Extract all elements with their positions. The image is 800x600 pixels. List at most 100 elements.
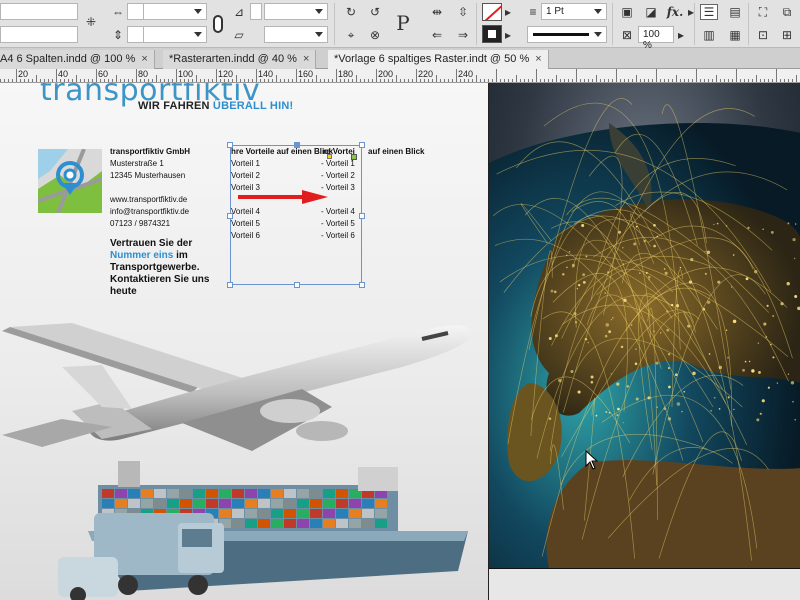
constrain-proportions-icon[interactable]: [213, 15, 223, 33]
ruler-tick: [348, 79, 349, 82]
ruler-tick: [200, 79, 201, 82]
city-light-dot: [608, 411, 611, 414]
flip-vertical-icon[interactable]: ⇳: [454, 4, 472, 20]
horizontal-ruler[interactable]: 20 40 60 80 100 120 140 160 180 200 220 240: [0, 69, 800, 83]
close-icon[interactable]: ×: [535, 53, 541, 65]
ruler-tick: [220, 79, 221, 82]
cargo-container: [206, 499, 218, 508]
cargo-container: [271, 519, 283, 528]
stroke-weight-dropdown[interactable]: 1 Pt: [541, 3, 607, 20]
y-position-field[interactable]: [0, 26, 78, 43]
city-light-dot: [573, 312, 577, 316]
close-icon[interactable]: ×: [303, 53, 309, 65]
ruler-tick: [368, 79, 369, 82]
mouse-cursor-icon: [585, 450, 599, 470]
text-wrap-box-icon[interactable]: ▤: [726, 4, 744, 20]
fx-icon[interactable]: fx.: [666, 4, 684, 20]
fit-content-icon[interactable]: ⧉: [778, 4, 796, 20]
rotate-cw-icon[interactable]: ↻: [342, 4, 360, 20]
effects-icon[interactable]: ▣: [618, 4, 636, 20]
handle-bottom-center[interactable]: [294, 282, 300, 288]
handle-top-right[interactable]: [359, 142, 365, 148]
city-light-dot: [751, 369, 755, 373]
europe-night-earth-image: [489, 83, 800, 568]
stroke-type-dropdown[interactable]: [527, 26, 607, 43]
handle-top-left[interactable]: [227, 142, 233, 148]
text-frame-icon[interactable]: P: [392, 10, 414, 36]
city-light-dot: [776, 382, 779, 384]
fill-swatch-icon[interactable]: [482, 3, 502, 21]
tab-a4-6-spalten[interactable]: A4 6 Spalten.indd @ 100 % ×: [0, 50, 155, 69]
city-light-dot: [718, 408, 721, 410]
city-light-dot: [585, 255, 588, 258]
opacity-field[interactable]: 100 %: [638, 26, 674, 51]
tab-rasterarten[interactable]: *Rasterarten.indd @ 40 % ×: [163, 50, 317, 69]
city-light-dot: [590, 375, 594, 379]
ruler-tick: [356, 75, 357, 82]
rotate-ccw-icon[interactable]: ↺: [366, 4, 384, 20]
ruler-tick: [536, 69, 537, 82]
ruler-tick: [776, 69, 777, 82]
city-light-dot: [681, 410, 683, 413]
align-center-icon[interactable]: ▥: [700, 27, 718, 43]
scale-y-dropdown[interactable]: [143, 26, 207, 43]
ruler-tick: [404, 79, 405, 82]
city-light-dot: [630, 324, 633, 326]
align-bottom-icon[interactable]: ▦: [726, 27, 744, 43]
city-light-dot: [582, 281, 586, 284]
tab-vorlage-6-spaltiges-raster[interactable]: *Vorlage 6 spaltiges Raster.indt @ 50 % ×: [328, 50, 549, 69]
drop-shadow-icon[interactable]: ◪: [642, 4, 660, 20]
ruler-tick: [500, 79, 501, 82]
cargo-container: [297, 519, 309, 528]
ruler-tick: [180, 79, 181, 82]
ruler-label: 40: [58, 69, 69, 79]
city-light-dot: [667, 352, 671, 356]
select-container-icon[interactable]: ⌖: [342, 27, 360, 43]
ruler-tick: [328, 79, 329, 82]
close-icon[interactable]: ×: [141, 53, 147, 65]
fit-frame-icon[interactable]: ⛶: [754, 4, 772, 20]
select-content-icon[interactable]: ⊗: [366, 27, 384, 43]
ruler-tick: [44, 79, 45, 82]
flip-horizontal-icon[interactable]: ⇹: [428, 4, 446, 20]
ruler-tick: [516, 75, 517, 82]
reference-point-icon[interactable]: ⁜: [82, 14, 100, 30]
stroke-swatch-icon[interactable]: [482, 25, 502, 43]
document-canvas[interactable]: transportfiktiv WIR FAHREN ÜBERALL HIN! …: [0, 83, 800, 600]
select-next-icon[interactable]: ⇒: [454, 27, 472, 43]
handle-top-center[interactable]: [294, 142, 300, 148]
stroke-dropdown-icon[interactable]: ▸: [503, 27, 513, 43]
city-light-dot: [772, 356, 775, 359]
city-light-dot: [643, 239, 647, 243]
ruler-tick: [184, 79, 185, 82]
shear-angle-dropdown[interactable]: [264, 26, 328, 43]
select-previous-icon[interactable]: ⇐: [428, 27, 446, 43]
scale-x-dropdown[interactable]: [143, 3, 207, 20]
city-light-dot: [770, 231, 774, 234]
cargo-container: [375, 499, 387, 508]
rotation-angle-dropdown[interactable]: [264, 3, 328, 20]
opacity-dropdown-icon[interactable]: ▸: [676, 27, 686, 43]
ruler-label: 20: [18, 69, 29, 79]
fill-frame-icon[interactable]: ⊞: [778, 27, 796, 43]
city-light-dot: [706, 250, 711, 254]
ruler-tick: [768, 79, 769, 82]
city-light-dot: [727, 357, 729, 359]
handle-middle-right[interactable]: [359, 213, 365, 219]
city-light-dot: [666, 310, 669, 313]
handle-bottom-right[interactable]: [359, 282, 365, 288]
city-light-dot: [794, 223, 797, 225]
cargo-container: [349, 509, 361, 518]
handle-bottom-left[interactable]: [227, 282, 233, 288]
city-light-dot: [653, 244, 656, 248]
city-light-dot: [577, 390, 581, 394]
ruler-tick: [260, 79, 261, 82]
x-position-field[interactable]: [0, 3, 78, 20]
text-wrap-none-icon[interactable]: ☰: [700, 4, 718, 20]
cargo-container: [128, 489, 140, 498]
city-light-dot: [732, 254, 735, 256]
fill-dropdown-icon[interactable]: ▸: [503, 4, 513, 20]
center-content-icon[interactable]: ⊡: [754, 27, 772, 43]
cargo-container: [271, 509, 283, 518]
city-light-dot: [762, 228, 764, 230]
